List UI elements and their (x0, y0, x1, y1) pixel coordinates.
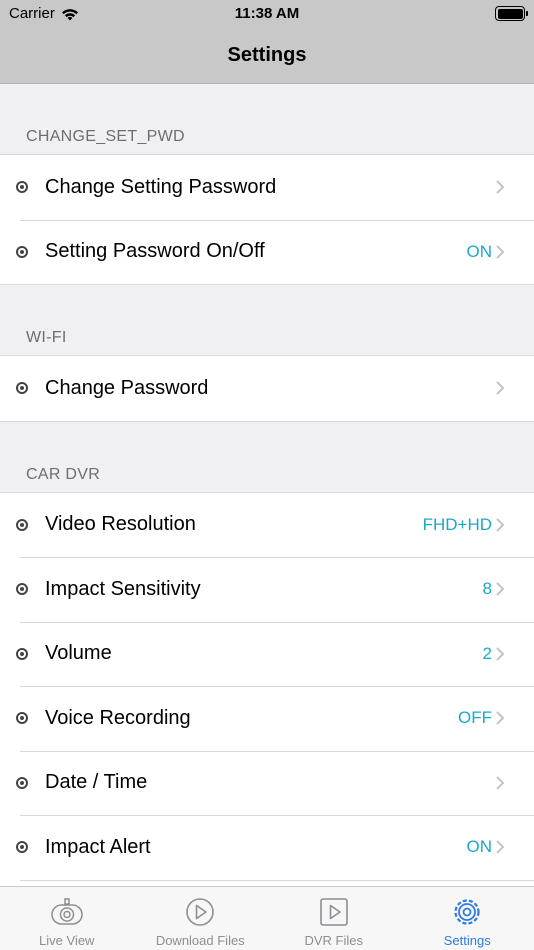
row-change-password[interactable]: Change Password (0, 356, 534, 421)
chevron-right-icon (496, 711, 505, 725)
chevron-right-icon (496, 647, 505, 661)
row-label: Video Resolution (45, 513, 196, 536)
bullet-icon (16, 245, 28, 258)
row-video-resolution[interactable]: Video Resolution FHD+HD (0, 493, 534, 558)
tab-label: Live View (39, 933, 95, 948)
row-value: ON (466, 241, 493, 261)
bullet-icon (16, 776, 28, 789)
chevron-right-icon (496, 840, 505, 854)
settings-group-change-set-pwd: Change Setting Password Setting Password… (0, 154, 534, 285)
gear-icon (454, 899, 480, 925)
row-impact-alert[interactable]: Impact Alert ON (0, 815, 534, 880)
settings-group-wi-fi: Change Password (0, 355, 534, 422)
row-value: FHD+HD (422, 514, 492, 534)
bullet-icon (16, 518, 28, 531)
battery-icon (495, 6, 528, 21)
section-header-car-dvr: CAR DVR (26, 465, 101, 483)
row-label: Impact Sensitivity (45, 577, 201, 600)
section-header-change-set-pwd: CHANGE_SET_PWD (26, 128, 185, 145)
chevron-right-icon (496, 582, 505, 596)
tab-download-files[interactable]: Download Files (134, 887, 268, 950)
tab-dvr-files[interactable]: DVR Files (267, 887, 401, 950)
section-header-wi-fi: WI-FI (26, 329, 67, 346)
row-label: Change Setting Password (45, 175, 277, 198)
bullet-icon (16, 181, 28, 194)
tab-label: Download Files (155, 933, 245, 948)
chevron-right-icon (496, 776, 505, 790)
settings-group-car-dvr: Video Resolution FHD+HD Impact Sensitivi… (0, 491, 534, 886)
settings-list[interactable]: CHANGE_SET_PWD Change Setting Password S… (0, 84, 534, 886)
page-title: Settings (227, 44, 307, 66)
tab-live-view[interactable]: Live View (0, 887, 134, 950)
chevron-right-icon (496, 381, 505, 395)
play-square-icon (319, 898, 348, 926)
bullet-icon (16, 712, 28, 725)
chevron-right-icon (496, 518, 505, 532)
row-value: OFF (458, 708, 492, 728)
bullet-icon (16, 382, 28, 395)
status-time: 11:38 AM (234, 5, 300, 22)
bullet-icon (16, 647, 28, 660)
tab-bar: Live View Download Files DVR Files Setti… (0, 886, 534, 950)
row-label: Date / Time (45, 771, 148, 794)
tab-label: Settings (443, 933, 491, 948)
row-change-setting-password[interactable]: Change Setting Password (0, 155, 534, 220)
tab-settings[interactable]: Settings (401, 887, 534, 950)
bullet-icon (16, 583, 28, 596)
row-impact-sensitivity[interactable]: Impact Sensitivity 8 (0, 557, 534, 622)
row-volume[interactable]: Volume 2 (0, 621, 534, 687)
row-label: Change Password (45, 376, 209, 399)
status-bar: Carrier 11:38 AM (0, 0, 534, 28)
chevron-right-icon (496, 245, 505, 259)
row-value: 2 (482, 643, 492, 663)
play-circle-icon (186, 898, 215, 926)
navigation-bar: Settings (0, 28, 534, 84)
row-label: Voice Recording (45, 706, 191, 729)
row-label: Setting Password On/Off (45, 240, 265, 263)
row-date-time[interactable]: Date / Time (0, 750, 534, 816)
bullet-icon (16, 841, 28, 854)
row-label: Volume (45, 642, 112, 665)
row-setting-password-on-off[interactable]: Setting Password On/Off ON (0, 219, 534, 285)
dashcam-icon (51, 898, 83, 925)
row-value: 8 (482, 579, 492, 599)
tab-label: DVR Files (304, 933, 363, 948)
chevron-right-icon (496, 180, 505, 194)
row-value: ON (466, 837, 493, 857)
row-label: Impact Alert (45, 835, 151, 858)
row-voice-recording[interactable]: Voice Recording OFF (0, 686, 534, 751)
